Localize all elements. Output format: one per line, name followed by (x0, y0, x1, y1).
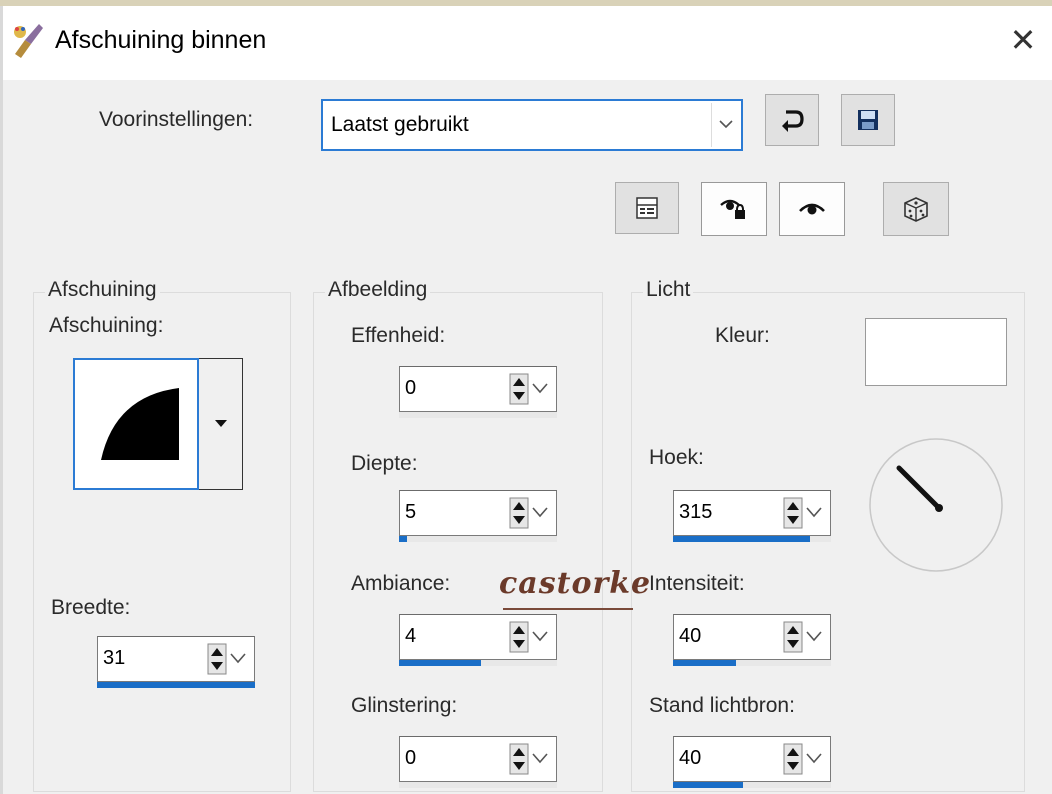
elevation-label: Stand lichtbron: (649, 694, 795, 717)
angle-label: Hoek: (649, 446, 704, 469)
bevel-group-title: Afschuining (45, 278, 160, 302)
ambience-stepper[interactable]: 4 (399, 614, 557, 666)
lock-eye-icon (720, 199, 745, 219)
preview-button[interactable] (779, 182, 845, 236)
depth-stepper[interactable]: 5 (399, 490, 557, 542)
image-group-title: Afbeelding (325, 278, 431, 302)
intensity-value: 40 (679, 625, 702, 647)
ambience-label: Ambiance: (351, 572, 451, 595)
window-title: Afschuining binnen (55, 26, 267, 54)
spin-arrows-icon[interactable] (782, 496, 828, 530)
elevation-value: 40 (679, 747, 702, 769)
watermark-underline (503, 608, 633, 610)
dialog-window: Afschuining binnen ✕ Voorinstellingen: L… (0, 6, 1052, 794)
smoothness-label: Effenheid: (351, 324, 446, 347)
save-preset-button[interactable] (841, 94, 895, 146)
shininess-label: Glinstering: (351, 694, 458, 717)
elevation-stepper[interactable]: 40 (673, 736, 831, 788)
bevel-dropdown-button[interactable] (199, 358, 243, 490)
depth-label: Diepte: (351, 452, 418, 475)
presets-select[interactable]: Laatst gebruikt (321, 99, 743, 151)
dice-icon (904, 197, 928, 222)
ambience-value: 4 (405, 625, 417, 647)
bevel-shape-picker[interactable] (73, 358, 243, 490)
randomize-button[interactable] (883, 182, 949, 236)
width-value: 31 (103, 647, 126, 669)
lock-preview-button[interactable] (701, 182, 767, 236)
caret-down-icon (215, 420, 227, 427)
spin-arrows-icon[interactable] (206, 642, 252, 676)
title-bar[interactable]: Afschuining binnen ✕ (3, 6, 1052, 80)
presets-label: Voorinstellingen: (99, 108, 254, 131)
spin-arrows-icon[interactable] (508, 496, 554, 530)
reset-arrow-icon (782, 110, 804, 132)
bevel-shape-preview (73, 358, 199, 490)
angle-stepper[interactable]: 315 (673, 490, 831, 542)
dialog-layout-icon (636, 197, 658, 219)
dialog-layout-button[interactable] (615, 182, 679, 234)
smoothness-stepper[interactable]: 0 (399, 366, 557, 418)
depth-value: 5 (405, 501, 417, 523)
smoothness-value: 0 (405, 377, 417, 399)
close-icon[interactable]: ✕ (1003, 20, 1043, 60)
spin-arrows-icon[interactable] (782, 742, 828, 776)
light-group-title: Licht (643, 278, 694, 302)
eye-icon (799, 203, 825, 215)
app-brush-icon (14, 24, 43, 58)
bevel-shape-label: Afschuining: (49, 314, 164, 337)
width-label: Breedte: (51, 596, 131, 619)
shininess-stepper[interactable]: 0 (399, 736, 557, 788)
width-stepper[interactable]: 31 (97, 636, 255, 688)
spin-arrows-icon[interactable] (508, 742, 554, 776)
spin-arrows-icon[interactable] (782, 620, 828, 654)
reset-button[interactable] (765, 94, 819, 146)
chevron-down-icon[interactable] (711, 103, 739, 147)
presets-selected-value: Laatst gebruikt (331, 113, 469, 136)
intensity-stepper[interactable]: 40 (673, 614, 831, 666)
watermark-text: castorke (499, 566, 652, 601)
spin-arrows-icon[interactable] (508, 620, 554, 654)
intensity-label: Intensiteit: (649, 572, 745, 595)
light-color-swatch[interactable] (865, 318, 1007, 386)
spin-arrows-icon[interactable] (508, 372, 554, 406)
color-label: Kleur: (715, 324, 770, 347)
save-disk-icon (858, 110, 878, 130)
angle-value: 315 (679, 501, 713, 523)
angle-dial[interactable] (867, 436, 1005, 574)
shininess-value: 0 (405, 747, 417, 769)
